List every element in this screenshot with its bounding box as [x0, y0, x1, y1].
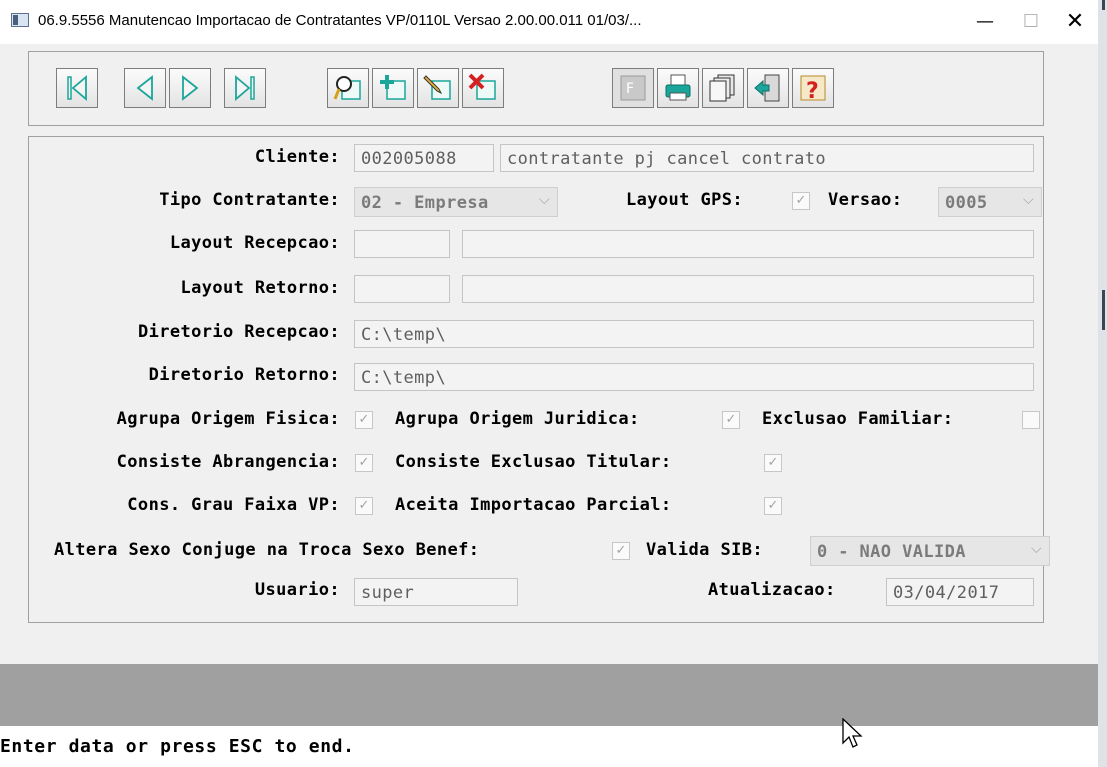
help-icon: ?	[800, 75, 826, 103]
status-message: Enter data or press ESC to end.	[0, 736, 355, 757]
add-icon	[380, 75, 406, 100]
layout-retorno-desc-field[interactable]	[462, 275, 1034, 303]
previous-record-button[interactable]	[124, 68, 166, 108]
mouse-pointer-icon	[842, 718, 863, 748]
next-icon	[182, 75, 199, 101]
altera-sexo-conjuge-label: Altera Sexo Conjuge na Troca Sexo Benef:	[54, 540, 480, 560]
agrupa-origem-juridica-checkbox[interactable]: ✓	[722, 411, 740, 429]
consiste-exclusao-titular-checkbox[interactable]: ✓	[764, 454, 782, 472]
cons-grau-faixa-vp-checkbox[interactable]: ✓	[355, 497, 373, 515]
usuario-label: Usuario:	[254, 580, 340, 600]
app-icon	[11, 13, 29, 27]
prev-icon	[136, 75, 153, 101]
cliente-name-field[interactable]: contratante pj cancel contrato	[500, 144, 1034, 172]
consiste-abrangencia-label: Consiste Abrangencia:	[116, 452, 340, 472]
cons-grau-faixa-vp-label: Cons. Grau Faixa VP:	[127, 495, 340, 515]
status-bar: Enter data or press ESC to end.	[0, 726, 1098, 767]
svg-text:?: ?	[806, 79, 819, 103]
window-title: 06.9.5556 Manutencao Importacao de Contr…	[38, 12, 642, 29]
help-button[interactable]: ?	[792, 68, 834, 108]
title-bar: 06.9.5556 Manutencao Importacao de Contr…	[0, 0, 1098, 44]
agrupa-origem-fisica-label: Agrupa Origem Fisica:	[116, 409, 340, 429]
close-button[interactable]: ✕	[1052, 6, 1098, 38]
consiste-exclusao-titular-label: Consiste Exclusao Titular:	[395, 452, 672, 472]
cliente-code-field[interactable]: 002005088	[354, 144, 494, 172]
valida-sib-label: Valida SIB:	[646, 540, 763, 560]
exclusao-familiar-checkbox[interactable]	[1022, 411, 1040, 429]
exit-door-icon	[754, 74, 780, 102]
print-button[interactable]	[657, 68, 699, 108]
usuario-field[interactable]: super	[354, 578, 518, 606]
valida-sib-select[interactable]: 0 - NAO VALIDA ⌵	[810, 536, 1050, 566]
chevron-down-icon: ⌵	[1030, 541, 1042, 557]
valida-sib-value: 0 - NAO VALIDA	[817, 542, 966, 562]
filter-icon: F	[620, 75, 646, 101]
next-record-button[interactable]	[169, 68, 211, 108]
diretorio-recepcao-field[interactable]: C:\temp\	[354, 320, 1034, 348]
layout-retorno-code-field[interactable]	[354, 275, 450, 303]
aceita-importacao-parcial-label: Aceita Importacao Parcial:	[395, 495, 672, 515]
consiste-abrangencia-checkbox[interactable]: ✓	[355, 454, 373, 472]
atualizacao-label: Atualizacao:	[708, 580, 836, 600]
tipo-contratante-select[interactable]: 02 - Empresa ⌵	[354, 187, 558, 217]
window-edge	[1098, 0, 1107, 767]
edit-record-button[interactable]	[417, 68, 459, 108]
versao-select[interactable]: 0005 ⌵	[938, 187, 1042, 217]
message-band	[0, 664, 1098, 726]
exclusao-familiar-label: Exclusao Familiar:	[762, 409, 954, 429]
add-record-button[interactable]	[372, 68, 414, 108]
chevron-down-icon: ⌵	[1022, 192, 1034, 208]
first-icon	[67, 75, 87, 101]
diretorio-retorno-label: Diretorio Retorno:	[148, 365, 340, 385]
delete-record-button[interactable]	[462, 68, 504, 108]
cliente-label: Cliente:	[254, 147, 340, 167]
minimize-button[interactable]: —	[962, 6, 1008, 38]
diretorio-retorno-field[interactable]: C:\temp\	[354, 363, 1034, 391]
atualizacao-field[interactable]: 03/04/2017	[886, 578, 1034, 606]
layout-gps-label: Layout GPS:	[626, 190, 743, 210]
copy-icon	[709, 74, 735, 102]
last-record-button[interactable]	[224, 68, 266, 108]
exit-button[interactable]	[747, 68, 789, 108]
chevron-down-icon: ⌵	[538, 192, 550, 208]
diretorio-recepcao-label: Diretorio Recepcao:	[137, 322, 340, 342]
aceita-importacao-parcial-checkbox[interactable]: ✓	[764, 497, 782, 515]
agrupa-origem-fisica-checkbox[interactable]: ✓	[355, 411, 373, 429]
printer-icon	[665, 74, 691, 101]
layout-retorno-label: Layout Retorno:	[180, 278, 340, 298]
versao-value: 0005	[945, 193, 988, 213]
search-button[interactable]	[327, 68, 369, 108]
agrupa-origem-juridica-label: Agrupa Origem Juridica:	[395, 409, 640, 429]
copy-button[interactable]	[702, 68, 744, 108]
layout-recepcao-desc-field[interactable]	[462, 230, 1034, 258]
first-record-button[interactable]	[56, 68, 98, 108]
layout-recepcao-code-field[interactable]	[354, 230, 450, 258]
layout-recepcao-label: Layout Recepcao:	[169, 233, 340, 253]
toolbar: F ?	[28, 51, 1044, 126]
altera-sexo-conjuge-checkbox[interactable]: ✓	[612, 542, 630, 560]
filter-button[interactable]: F	[612, 68, 654, 108]
tipo-contratante-label: Tipo Contratante:	[159, 190, 340, 210]
last-icon	[235, 75, 255, 101]
svg-text:F: F	[626, 81, 634, 97]
pencil-icon	[423, 75, 451, 100]
layout-gps-checkbox[interactable]: ✓	[792, 192, 810, 210]
maximize-button[interactable]: ☐	[1008, 6, 1054, 38]
delete-icon	[468, 73, 496, 100]
versao-label: Versao:	[828, 190, 903, 210]
magnifier-icon	[333, 76, 361, 100]
tipo-contratante-value: 02 - Empresa	[361, 193, 489, 213]
